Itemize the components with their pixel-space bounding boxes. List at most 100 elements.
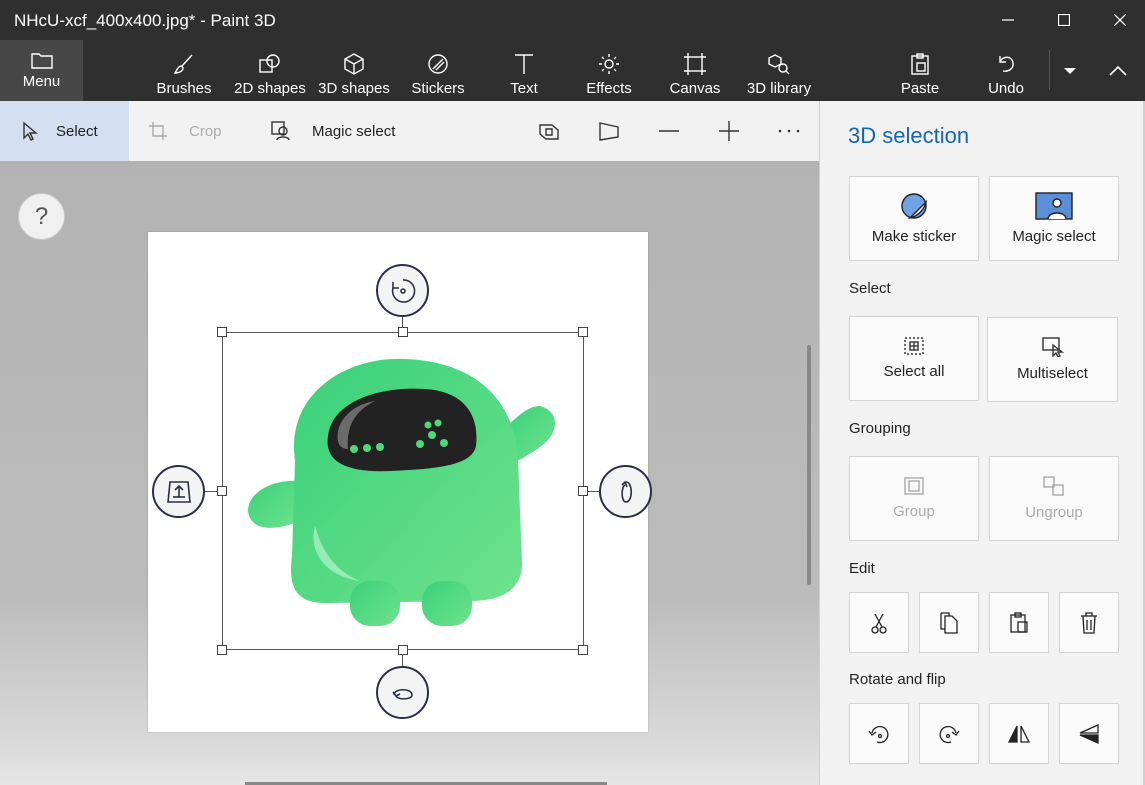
- rotate-connector: [402, 316, 403, 328]
- rotate-vertical-icon: [620, 480, 632, 503]
- rotate-right-icon: [939, 725, 960, 743]
- rotate-circular-icon: [391, 278, 415, 303]
- effects-icon: [599, 54, 619, 74]
- 3d-selection-panel: 3D selection Make sticker Magic select S…: [819, 101, 1145, 785]
- title-bar: NHcU-xcf_400x400.jpg* - Paint 3D: [0, 0, 1145, 40]
- select-all-icon: [904, 337, 924, 355]
- text-label: Text: [510, 80, 538, 97]
- zoom-in-button[interactable]: [709, 101, 749, 161]
- maximize-icon: [1058, 14, 1070, 26]
- crop-button[interactable]: Crop: [148, 101, 222, 161]
- collapse-ribbon-button[interactable]: [1098, 40, 1138, 101]
- menu-button[interactable]: Menu: [0, 40, 83, 101]
- brushes-tool[interactable]: Brushes: [156, 40, 212, 101]
- resize-handle-bottom-right[interactable]: [578, 645, 588, 655]
- canvas-workspace[interactable]: ?: [0, 161, 819, 785]
- select-all-label: Select all: [883, 363, 945, 380]
- paste-icon: [911, 53, 929, 75]
- minus-icon: [659, 130, 679, 132]
- selection-box[interactable]: [222, 332, 584, 650]
- more-options-button[interactable]: [769, 101, 809, 161]
- resize-handle-right[interactable]: [578, 486, 588, 496]
- push-depth-button[interactable]: [152, 465, 205, 518]
- make-sticker-button[interactable]: Make sticker: [849, 176, 979, 261]
- undo-icon: [999, 56, 1014, 72]
- rotate-z-button[interactable]: [376, 264, 429, 317]
- effects-tool[interactable]: Effects: [582, 40, 636, 101]
- plus-icon: [719, 121, 739, 141]
- magic-select-toolbar-button[interactable]: Magic select: [271, 101, 395, 161]
- delete-button[interactable]: [1059, 592, 1119, 653]
- rotate-right-button[interactable]: [919, 703, 979, 764]
- rotate-connector: [402, 654, 403, 666]
- vertical-scrollbar[interactable]: [807, 345, 811, 585]
- resize-handle-top-right[interactable]: [578, 327, 588, 337]
- canvas-tool[interactable]: Canvas: [668, 40, 722, 101]
- resize-handle-top-left[interactable]: [217, 327, 227, 337]
- zoom-out-button[interactable]: [649, 101, 689, 161]
- minimize-icon: [1002, 19, 1014, 21]
- paste-panel-button[interactable]: [989, 592, 1049, 653]
- cursor-arrow-icon: [23, 121, 38, 141]
- rotate-horizontal-icon: [391, 688, 413, 700]
- rotate-y-button[interactable]: [376, 666, 429, 719]
- 3d-shapes-label: 3D shapes: [318, 80, 390, 97]
- resize-handle-left[interactable]: [217, 486, 227, 496]
- resize-handle-bottom-left[interactable]: [217, 645, 227, 655]
- window-title: NHcU-xcf_400x400.jpg* - Paint 3D: [14, 11, 276, 30]
- minimize-button[interactable]: [980, 0, 1036, 40]
- close-icon: [1114, 14, 1126, 26]
- 2d-shapes-icon: [259, 54, 280, 73]
- grouping-section-label: Grouping: [849, 420, 911, 437]
- group-button[interactable]: Group: [849, 456, 979, 541]
- flip-vertical-button[interactable]: [1059, 703, 1119, 764]
- flip-vertical-icon: [1079, 723, 1099, 744]
- select-tool-button[interactable]: Select: [0, 101, 129, 161]
- 2d-shapes-tool[interactable]: 2D shapes: [234, 40, 306, 101]
- undo-button[interactable]: Undo: [984, 40, 1028, 101]
- 3d-library-label: 3D library: [746, 80, 812, 97]
- group-icon: [904, 477, 924, 495]
- panel-title: 3D selection: [848, 123, 970, 148]
- multiselect-icon: [1041, 337, 1064, 357]
- flip-horizontal-button[interactable]: [989, 703, 1049, 764]
- cut-button[interactable]: [849, 592, 909, 653]
- text-tool[interactable]: Text: [500, 40, 548, 101]
- help-button[interactable]: ?: [18, 193, 65, 240]
- text-icon: [515, 54, 533, 74]
- perspective-button[interactable]: [589, 101, 629, 161]
- paste-label: Paste: [900, 80, 940, 97]
- group-label: Group: [893, 503, 935, 520]
- 3d-shapes-tool[interactable]: 3D shapes: [318, 40, 390, 101]
- rotate-left-button[interactable]: [849, 703, 909, 764]
- select-all-button[interactable]: Select all: [849, 316, 979, 401]
- 3d-library-tool[interactable]: 3D library: [744, 40, 814, 101]
- sticker-icon: [901, 193, 928, 220]
- magic-select-icon: [271, 121, 290, 141]
- paste-button[interactable]: Paste: [896, 40, 944, 101]
- maximize-button[interactable]: [1036, 0, 1092, 40]
- close-button[interactable]: [1092, 0, 1145, 40]
- flip-horizontal-icon: [1008, 725, 1030, 743]
- stickers-icon: [428, 54, 448, 74]
- magic-select-panel-label: Magic select: [1012, 228, 1096, 245]
- stickers-tool[interactable]: Stickers: [410, 40, 466, 101]
- 2d-shapes-label: 2D shapes: [234, 80, 306, 97]
- view-3d-button[interactable]: [529, 101, 569, 161]
- magic-select-panel-button[interactable]: Magic select: [989, 176, 1119, 261]
- ungroup-button[interactable]: Ungroup: [989, 456, 1119, 541]
- more-dropdown-button[interactable]: [1050, 40, 1090, 101]
- multiselect-button[interactable]: Multiselect: [987, 317, 1118, 402]
- edit-section-label: Edit: [849, 560, 875, 577]
- resize-handle-bottom[interactable]: [398, 645, 408, 655]
- perspective-icon: [599, 122, 619, 141]
- ungroup-icon: [1043, 476, 1064, 496]
- magic-select-label: Magic select: [312, 122, 396, 140]
- make-sticker-label: Make sticker: [871, 228, 957, 245]
- ellipsis-icon: [778, 129, 800, 133]
- rotate-x-button[interactable]: [599, 465, 652, 518]
- trash-icon: [1081, 611, 1097, 634]
- copy-button[interactable]: [919, 592, 979, 653]
- resize-handle-top[interactable]: [398, 327, 408, 337]
- selection-toolbar: Select Crop Magic select: [0, 101, 819, 161]
